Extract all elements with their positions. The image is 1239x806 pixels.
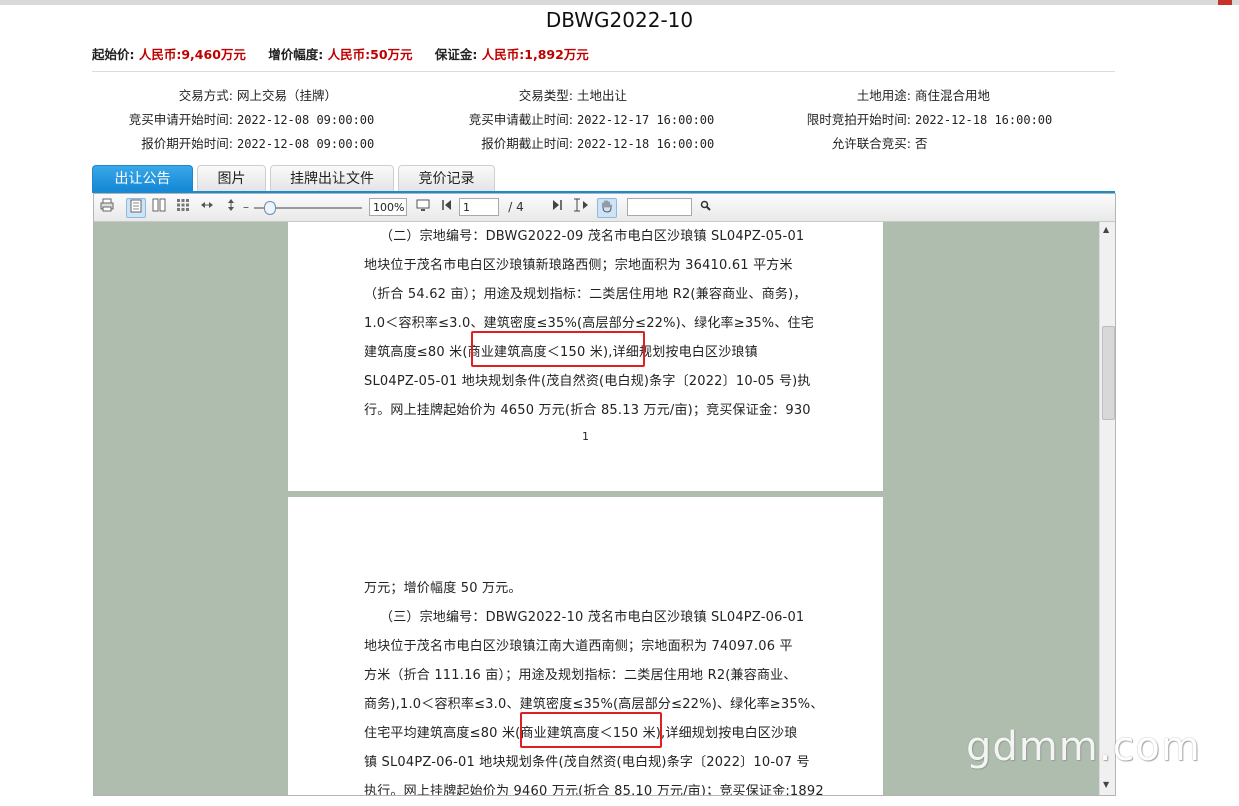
two-page-icon[interactable] <box>150 198 168 216</box>
quote-start-label: 报价期开始时间: <box>141 136 233 151</box>
land-use-value: 商住混合用地 <box>914 88 990 103</box>
trade-type-label: 交易类型: <box>518 88 573 103</box>
apply-end-value: 2022-12-17 16:00:00 <box>576 113 715 127</box>
land-use-label: 土地用途: <box>856 88 911 103</box>
zoom-slider-knob[interactable] <box>264 201 276 215</box>
single-page-icon[interactable] <box>126 198 146 218</box>
price-summary: 起始价: 人民币:9,460万元 增价幅度: 人民币:50万元 保证金: 人民币… <box>92 44 607 63</box>
quote-end-value: 2022-12-18 16:00:00 <box>576 137 715 151</box>
page2-line-4: 方米（折合 111.16 亩）；用途及规划指标：二类居住用地 R2(兼容商业、 <box>364 668 797 683</box>
page2-line-5: 商务),1.0＜容积率≤3.0、建筑密度≤35%(高层部分≤22%)、绿化率≥3… <box>364 697 824 712</box>
page-title: DBWG2022-10 <box>545 8 694 32</box>
page2-line-8: 执行。网上挂牌起始价为 9460 万元(折合 85.10 万元/亩)；竞买保证金… <box>364 784 824 795</box>
page1-line-4: 1.0＜容积率≤3.0、建筑密度≤35%(高层部分≤22%)、绿化率≥35%、住… <box>364 316 814 331</box>
page1-line-2: 地块位于茂名市电白区沙琅镇新琅路西侧；宗地面积为 36410.61 平方米 <box>364 258 793 273</box>
top-bar <box>0 0 1239 5</box>
tab-images[interactable]: 图片 <box>197 165 266 191</box>
tab-bid-records[interactable]: 竞价记录 <box>398 165 495 191</box>
tab-announcement[interactable]: 出让公告 <box>92 165 193 191</box>
joint-bidding-value: 否 <box>914 136 928 151</box>
zoom-out-icon[interactable]: – <box>240 198 252 216</box>
auction-start-label: 限时竞拍开始时间: <box>806 112 911 127</box>
tab-listing-documents[interactable]: 挂牌出让文件 <box>270 165 394 191</box>
trade-method-value: 网上交易（挂牌） <box>236 88 337 103</box>
page1-line-1: （二）宗地编号：DBWG2022-09 茂名市电白区沙琅镇 SL04PZ-05-… <box>380 229 805 244</box>
fit-width-icon[interactable] <box>198 198 216 216</box>
trade-type-value: 土地出让 <box>576 88 627 103</box>
joint-bidding: 允许联合竞买: 否 <box>770 133 928 152</box>
vertical-scrollbar[interactable]: ▲ ▼ <box>1099 222 1115 795</box>
quote-start-value: 2022-12-08 09:00:00 <box>236 137 375 151</box>
pdf-viewer: – 100% 1 / 4 （二）宗地编号：DBWG2022-09 茂名市电白区沙… <box>93 193 1116 796</box>
page-number-input[interactable]: 1 <box>459 198 499 216</box>
quote-start: 报价期开始时间: 2022-12-08 09:00:00 <box>92 133 374 152</box>
page1-line-7: 行。网上挂牌起始价为 4650 万元(折合 85.13 万元/亩)；竞买保证金：… <box>364 403 811 418</box>
viewer-toolbar: – 100% 1 / 4 <box>94 194 1115 222</box>
document-page-2: 万元；增价幅度 50 万元。 （三）宗地编号：DBWG2022-10 茂名市电白… <box>288 497 883 795</box>
start-price-value: 人民币:9,460万元 <box>138 47 246 62</box>
quote-end-label: 报价期截止时间: <box>481 136 573 151</box>
increment-label: 增价幅度: <box>268 47 324 62</box>
page-total: / 4 <box>508 200 524 214</box>
page2-line-7: 镇 SL04PZ-06-01 地块规划条件(茂自然资(电白规)条字〔2022〕1… <box>364 755 810 770</box>
document-area[interactable]: （二）宗地编号：DBWG2022-09 茂名市电白区沙琅镇 SL04PZ-05-… <box>94 222 1099 795</box>
start-price-label: 起始价: <box>92 47 135 62</box>
divider <box>92 71 1115 72</box>
quote-end: 报价期截止时间: 2022-12-18 16:00:00 <box>432 133 714 152</box>
page-number-label: 1 <box>582 430 589 443</box>
fullscreen-icon[interactable] <box>414 198 432 216</box>
zoom-level-field[interactable]: 100% <box>369 198 407 216</box>
trade-method-label: 交易方式: <box>178 88 233 103</box>
page1-line-3: （折合 54.62 亩）；用途及规划指标：二类居住用地 R2(兼容商业、商务)， <box>364 287 807 302</box>
apply-start-value: 2022-12-08 09:00:00 <box>236 113 375 127</box>
next-page-icon[interactable] <box>550 198 564 216</box>
joint-bidding-label: 允许联合竞买: <box>831 136 911 151</box>
auction-start: 限时竞拍开始时间: 2022-12-18 16:00:00 <box>770 109 1052 128</box>
highlight-box-page2 <box>520 712 662 748</box>
top-bar-cap <box>1218 0 1232 5</box>
deposit-value: 人民币:1,892万元 <box>481 47 589 62</box>
fit-height-icon[interactable] <box>222 198 240 216</box>
apply-end-label: 竞买申请截止时间: <box>468 112 573 127</box>
print-icon[interactable] <box>98 198 116 216</box>
watermark-logo: gdmm.com <box>966 724 1201 770</box>
auction-start-value: 2022-12-18 16:00:00 <box>914 113 1053 127</box>
apply-start: 竞买申请开始时间: 2022-12-08 09:00:00 <box>92 109 374 128</box>
page2-line-3: 地块位于茂名市电白区沙琅镇江南大道西南侧；宗地面积为 74097.06 平 <box>364 639 793 654</box>
search-icon[interactable] <box>697 198 713 216</box>
increment-value: 人民币:50万元 <box>327 47 413 62</box>
document-page-1: （二）宗地编号：DBWG2022-09 茂名市电白区沙琅镇 SL04PZ-05-… <box>288 222 883 491</box>
highlight-box-page1 <box>471 331 645 367</box>
page1-line-6: SL04PZ-05-01 地块规划条件(茂自然资(电白规)条字〔2022〕10-… <box>364 374 811 389</box>
thumbnail-grid-icon[interactable] <box>174 198 192 216</box>
land-use: 土地用途: 商住混合用地 <box>770 85 990 104</box>
trade-type: 交易类型: 土地出让 <box>432 85 627 104</box>
scroll-down-icon[interactable]: ▼ <box>1103 780 1109 789</box>
deposit-label: 保证金: <box>434 47 478 62</box>
page2-line-2: （三）宗地编号：DBWG2022-10 茂名市电白区沙琅镇 SL04PZ-06-… <box>380 610 805 625</box>
page2-line-1: 万元；增价幅度 50 万元。 <box>364 581 522 596</box>
apply-end: 竞买申请截止时间: 2022-12-17 16:00:00 <box>432 109 714 128</box>
previous-page-icon[interactable] <box>440 198 454 216</box>
hand-tool-icon[interactable] <box>597 198 617 218</box>
text-select-icon[interactable] <box>571 198 591 216</box>
scroll-up-icon[interactable]: ▲ <box>1103 225 1109 234</box>
scrollbar-thumb[interactable] <box>1102 326 1115 420</box>
apply-start-label: 竞买申请开始时间: <box>128 112 233 127</box>
trade-method: 交易方式: 网上交易（挂牌） <box>92 85 337 104</box>
search-input[interactable] <box>627 198 692 216</box>
